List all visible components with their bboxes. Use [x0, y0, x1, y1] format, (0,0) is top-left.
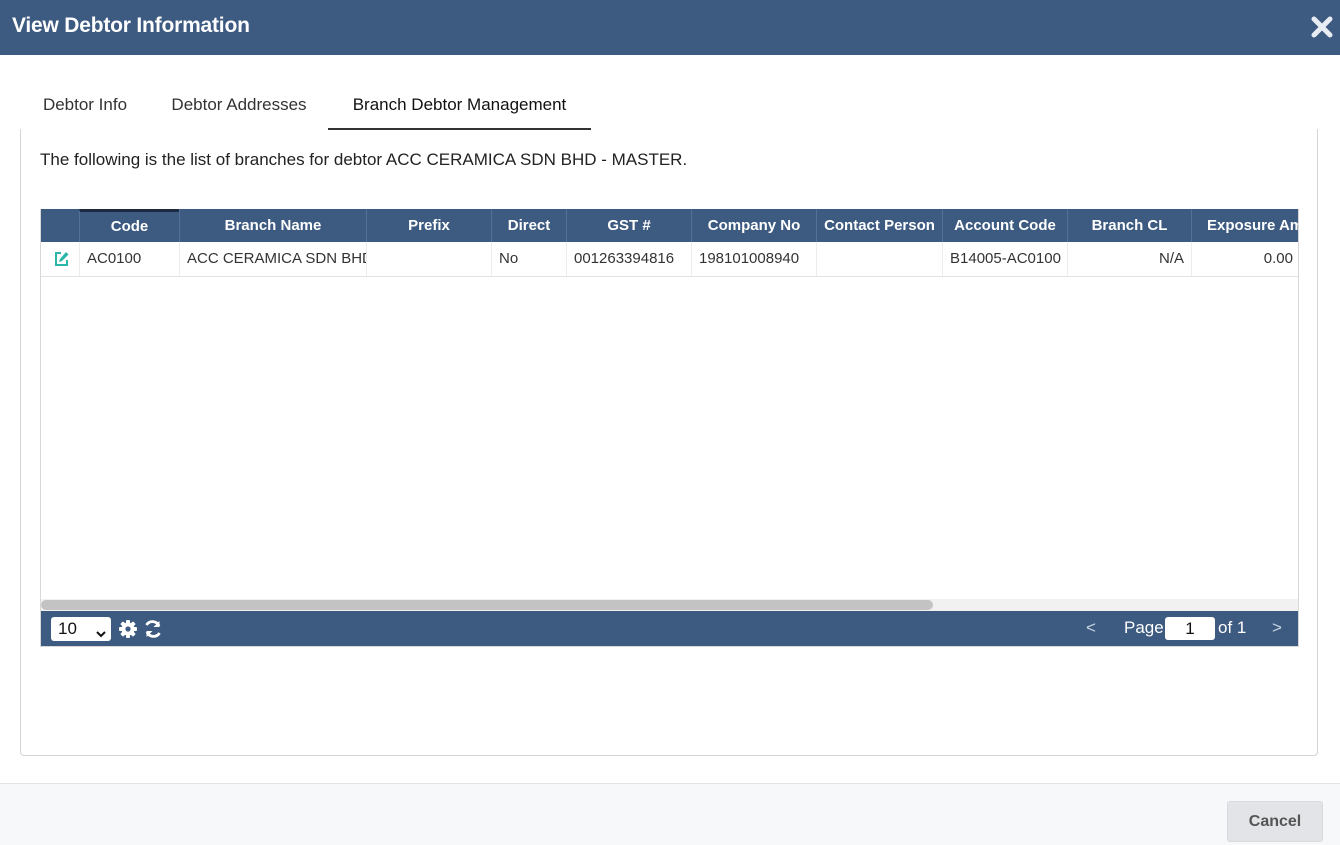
- cell-gst: 001263394816: [566, 242, 691, 276]
- column-header-branch-name[interactable]: Branch Name: [179, 209, 366, 242]
- panel-description: The following is the list of branches fo…: [40, 150, 688, 169]
- modal-footer: Cancel: [0, 783, 1340, 845]
- tab-panel: The following is the list of branches fo…: [20, 129, 1318, 756]
- column-header-actions: [41, 209, 79, 242]
- cell-branch-name: ACC CERAMICA SDN BHD: [179, 242, 366, 276]
- tab-debtor-info[interactable]: Debtor Info: [20, 84, 150, 130]
- modal-header: View Debtor Information: [0, 0, 1340, 55]
- horizontal-scrollbar[interactable]: [41, 599, 1298, 611]
- tab-branch-debtor-management[interactable]: Branch Debtor Management: [328, 84, 591, 130]
- column-header-direct[interactable]: Direct: [491, 209, 566, 242]
- modal-title: View Debtor Information: [12, 14, 250, 37]
- cell-exposure-amt: 0.00: [1191, 242, 1298, 276]
- cell-contact-person: [816, 242, 942, 276]
- grid-pager: 10 < Page 1 of 1 >: [41, 611, 1298, 646]
- cell-code: AC0100: [79, 242, 179, 276]
- column-header-company-no[interactable]: Company No: [691, 209, 816, 242]
- column-header-exposure-amt[interactable]: Exposure Amt: [1191, 209, 1298, 242]
- page-count-label: of 1: [1218, 618, 1247, 637]
- row-action-cell: [41, 242, 79, 276]
- table-row[interactable]: AC0100 ACC CERAMICA SDN BHD No 001263394…: [41, 242, 1298, 277]
- scrollbar-thumb[interactable]: [41, 600, 933, 610]
- cell-prefix: [366, 242, 491, 276]
- gear-icon[interactable]: [118, 619, 138, 639]
- column-header-gst[interactable]: GST #: [566, 209, 691, 242]
- cell-company-no: 198101008940: [691, 242, 816, 276]
- next-page-button[interactable]: >: [1272, 618, 1282, 638]
- cell-branch-cl: N/A: [1067, 242, 1191, 276]
- page-label: Page: [1124, 618, 1164, 637]
- branch-grid: Code Branch Name Prefix Direct GST # Com…: [40, 209, 1299, 647]
- cell-direct: No: [491, 242, 566, 276]
- page-number-input[interactable]: 1: [1165, 617, 1215, 640]
- cancel-button[interactable]: Cancel: [1227, 801, 1323, 842]
- tab-debtor-addresses[interactable]: Debtor Addresses: [150, 84, 328, 130]
- chevron-down-icon: [95, 623, 107, 638]
- close-icon[interactable]: [1310, 14, 1334, 40]
- prev-page-button[interactable]: <: [1086, 618, 1096, 638]
- page-size-select[interactable]: 10: [51, 617, 111, 641]
- column-header-code[interactable]: Code: [79, 209, 179, 242]
- column-header-branch-cl[interactable]: Branch CL: [1067, 209, 1191, 242]
- tab-bar: Debtor Info Debtor Addresses Branch Debt…: [20, 84, 1318, 130]
- grid-header: Code Branch Name Prefix Direct GST # Com…: [41, 209, 1298, 242]
- column-header-account-code[interactable]: Account Code: [942, 209, 1067, 242]
- page-size-value: 10: [58, 619, 77, 638]
- cell-account-code: B14005-AC0100: [942, 242, 1067, 276]
- refresh-icon[interactable]: [142, 618, 164, 640]
- edit-icon[interactable]: [53, 250, 71, 268]
- column-header-contact-person[interactable]: Contact Person: [816, 209, 942, 242]
- column-header-prefix[interactable]: Prefix: [366, 209, 491, 242]
